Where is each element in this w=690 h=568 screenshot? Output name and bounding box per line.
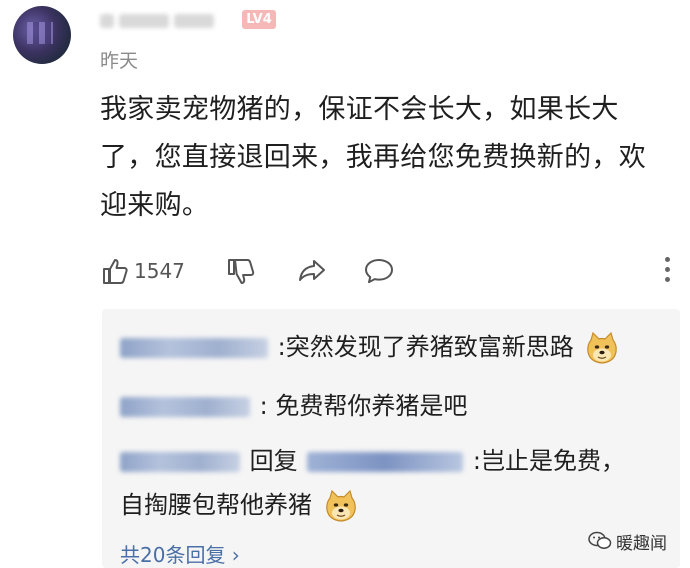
reply-text: : 免费帮你养猪是吧 [259,392,468,420]
comment-button[interactable] [363,253,395,289]
more-icon[interactable] [665,257,671,285]
comment-text: 我家卖宠物猪的，保证不会长大，如果长大了，您直接退回来，我再给您免费换新的，欢迎… [100,94,646,221]
reply-item[interactable]: :突然发现了养猪致富新思路 [120,329,619,365]
like-button[interactable]: 1547 [100,253,185,289]
like-count: 1547 [134,259,185,283]
doge-emoji [325,489,356,522]
dislike-button[interactable] [225,253,255,289]
dislike-icon [228,259,255,284]
comment-icon [365,259,393,284]
avatar[interactable] [13,6,71,64]
reply-author-blurred[interactable] [120,452,240,472]
share-icon [299,260,325,281]
reply-item[interactable]: : 免费帮你养猪是吧 [120,388,467,424]
like-icon [103,259,128,284]
post-date: 昨天 [100,50,139,72]
watermark-text: 暖趣闻 [616,533,667,554]
action-bar: 1547 [100,253,680,289]
doge-emoji [587,331,618,364]
wechat-icon [588,531,612,549]
reply-text-line2: 自掏腰包帮他养猪 [120,491,312,519]
reply-item-continued: 自掏腰包帮他养猪 [120,487,358,523]
reply-author-blurred[interactable] [120,397,250,417]
reply-keyword: 回复 [249,447,298,475]
mention-blurred[interactable] [307,452,464,472]
reply-text-line1: :岂止是免费， [472,447,626,475]
reply-text: :突然发现了养猪致富新思路 [277,333,574,361]
watermark: 暖趣闻 [588,528,667,554]
username-blurred[interactable] [100,10,230,30]
reply-item[interactable]: 回复 :岂止是免费， [120,443,625,479]
reply-author-blurred[interactable] [120,338,268,358]
user-level-badge: LV4 [242,10,276,29]
view-more-replies-link[interactable]: 共20条回复 › [120,539,240,568]
share-button[interactable] [296,253,328,289]
